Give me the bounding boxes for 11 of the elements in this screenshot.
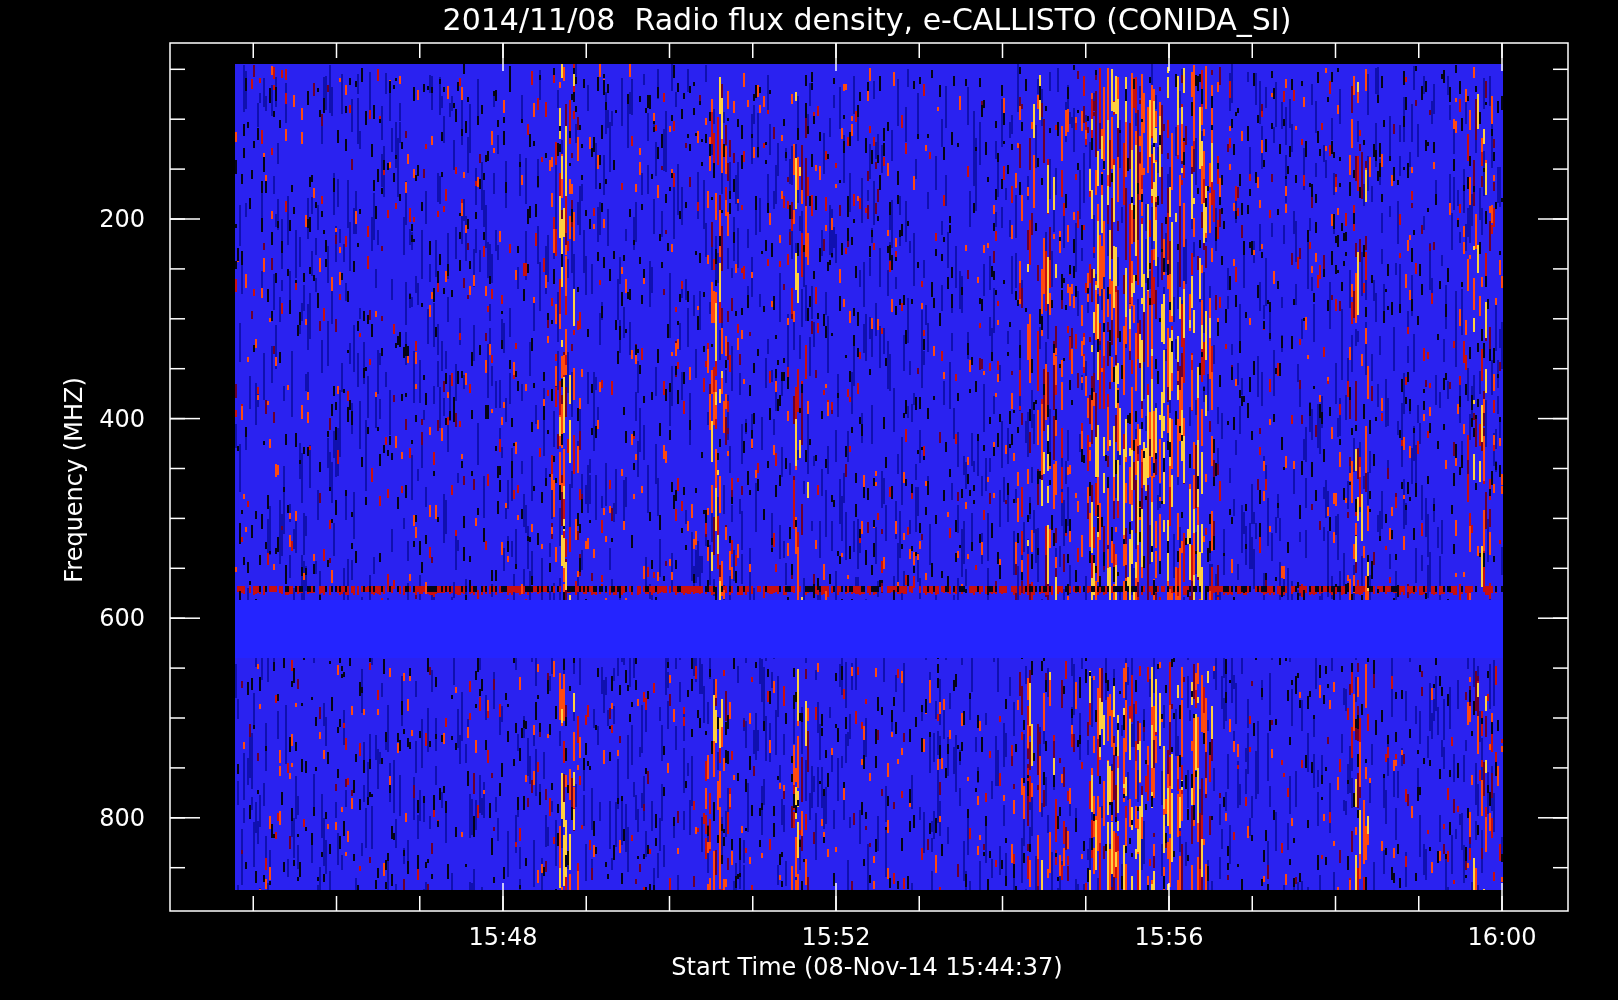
x-tick-label: 15:52: [801, 923, 871, 951]
y-tick-label: 200: [99, 205, 145, 233]
y-tick-label: 800: [99, 803, 145, 832]
x-tick-label: 15:48: [468, 923, 538, 951]
x-tick-label: 16:00: [1467, 923, 1537, 951]
y-tick-label: 400: [99, 404, 145, 433]
x-axis-label: Start Time (08-Nov-14 15:44:37): [671, 953, 1063, 981]
plot-title: 2014/11/08 Radio flux density, e-CALLISTO (CONIDA_SI): [442, 2, 1292, 37]
y-tick-label: 600: [99, 604, 145, 633]
x-tick-label: 15:56: [1134, 923, 1204, 951]
y-axis-label: Frequency (MHZ): [60, 377, 88, 583]
